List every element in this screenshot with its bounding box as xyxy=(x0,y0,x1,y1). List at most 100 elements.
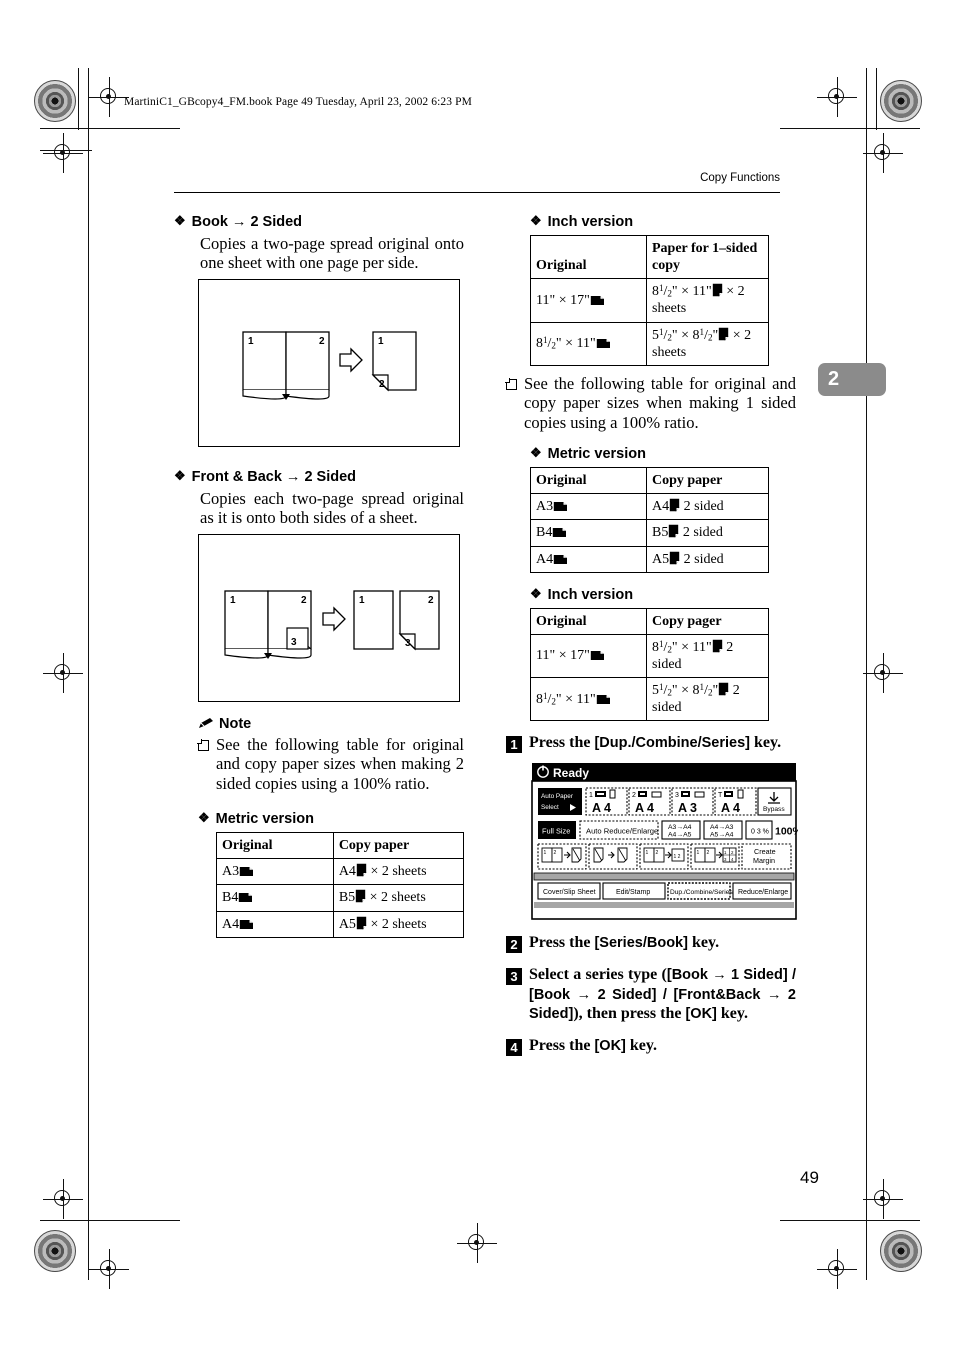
left-column: ❖ Book → 2 Sided Copies a two-page sprea… xyxy=(174,213,465,938)
crop-line-top-horizontal xyxy=(40,128,180,130)
cell-copy-paper: A4 2 sided xyxy=(646,493,769,521)
cell-original: A3 xyxy=(216,858,334,886)
cell-original: A3 xyxy=(530,493,647,521)
cell-copy-paper: B5 × 2 sheets xyxy=(332,884,465,912)
lcd-panel-screenshot: Ready Auto Paper Select 1 A 4 2 A 4 3 A … xyxy=(530,761,798,922)
step-number: 2 xyxy=(506,936,522,954)
svg-text:2: 2 xyxy=(428,595,434,606)
step-text: Select a series type ([Book → 1 Sided] /… xyxy=(529,966,796,1023)
table-row: A4 A5 × 2 sheets xyxy=(216,910,465,938)
diamond-bullet-icon: ❖ xyxy=(530,585,542,601)
cell-original: A4 xyxy=(216,910,334,938)
svg-text:A4→A3: A4→A3 xyxy=(710,824,734,831)
key-label: [Series/Book] xyxy=(594,935,688,952)
heading-text: Metric version xyxy=(547,446,646,463)
portrait-paper-icon xyxy=(712,283,723,297)
registration-mark-cr xyxy=(863,653,903,693)
heading-metric-version-right: ❖ Metric version xyxy=(530,446,796,462)
crop-line-top-right xyxy=(780,128,920,130)
registration-mark-tr xyxy=(817,77,857,117)
heading-text: Book → 2 Sided xyxy=(191,214,303,230)
square-bullet-icon xyxy=(505,378,517,390)
cell-original: B4 xyxy=(216,884,334,912)
step-number: 3 xyxy=(506,968,522,986)
note-heading-text: Note xyxy=(219,715,252,732)
crop-line-left-vertical-2 xyxy=(78,68,80,130)
landscape-paper-icon xyxy=(239,866,254,877)
landscape-paper-icon xyxy=(590,295,605,306)
svg-text:1: 1 xyxy=(544,850,547,856)
table-row: B4 B5 × 2 sheets xyxy=(216,884,465,912)
step-text: Press the [OK] key. xyxy=(529,1036,658,1054)
svg-text:Reduce/Enlarge: Reduce/Enlarge xyxy=(738,889,788,896)
svg-text:2: 2 xyxy=(707,850,710,856)
column-header-copy-paper: Copy paper xyxy=(332,832,465,860)
figure-front-back-to-2-sided: 1 2 3 1 2 3 xyxy=(198,533,460,702)
table-header-row: Original Copy paper xyxy=(530,467,769,495)
landscape-paper-icon xyxy=(239,919,254,930)
svg-text:Auto Reduce/Enlarge: Auto Reduce/Enlarge xyxy=(586,827,658,836)
table-inch-2sided: Original Copy pager 11" × 17" 81/2" × 11… xyxy=(530,607,769,722)
cell-copy-paper: 81/2" × 11" 2 sided xyxy=(646,633,769,679)
heading-text: Front & Back → 2 Sided xyxy=(191,468,357,485)
cell-copy-paper: B5 2 sided xyxy=(646,519,769,547)
print-registration-target-bottomleft xyxy=(34,1230,76,1272)
cell-original: B4 xyxy=(530,519,647,547)
registration-mark-mr xyxy=(863,133,903,173)
registration-mark-br xyxy=(863,1179,903,1219)
svg-text:Full Size: Full Size xyxy=(542,827,570,836)
column-header-original: Original xyxy=(530,467,647,495)
portrait-paper-icon xyxy=(669,551,680,565)
table-inch-1sided: Original Paper for 1–sided copy 11" × 17… xyxy=(530,234,769,366)
table-row: 11" × 17" 81/2" × 11" 2 sided xyxy=(530,633,769,679)
cell-original: 11" × 17" xyxy=(530,633,647,679)
heading-metric-version-left: ❖ Metric version xyxy=(198,811,464,827)
table-header-row: Original Copy paper xyxy=(216,832,465,860)
table-row: 11" × 17" 81/2" × 11" × 2 sheets xyxy=(530,278,769,323)
portrait-paper-icon xyxy=(712,639,723,653)
svg-text:3: 3 xyxy=(675,792,679,799)
paragraph-front-back-to-2-sided: Copies each two-page spread original as … xyxy=(200,488,464,528)
note-text: See the following table for original and… xyxy=(216,734,464,793)
svg-text:Dup./Combine/Series: Dup./Combine/Series xyxy=(670,889,733,896)
step-number: 4 xyxy=(506,1038,522,1056)
paragraph-book-to-2-sided: Copies a two-page spread original onto o… xyxy=(200,234,464,273)
table-header-row: Original Paper for 1–sided copy xyxy=(530,234,769,280)
svg-text:1 2: 1 2 xyxy=(674,854,681,860)
chapter-tab: 2 xyxy=(818,363,886,396)
heading-front-back-to-2-sided: ❖ Front & Back → 2 Sided xyxy=(174,469,464,485)
table-row: B4 B5 2 sided xyxy=(530,519,769,547)
portrait-paper-icon xyxy=(356,863,367,877)
book-file-header: MartiniC1_GBcopy4_FM.book Page 49 Tuesda… xyxy=(124,96,472,108)
svg-text:100%: 100% xyxy=(775,826,798,838)
svg-text:3: 3 xyxy=(405,638,411,649)
header-rule xyxy=(174,192,780,194)
table-row: A3 A4 × 2 sheets xyxy=(216,858,465,886)
cell-copy-paper: 51/2" × 81/2" × 2 sheets xyxy=(646,321,769,366)
column-header-paper-1sided: Paper for 1–sided copy xyxy=(646,234,769,280)
cell-original: 81/2" × 11" xyxy=(530,321,647,366)
svg-text:Ready: Ready xyxy=(553,766,589,780)
svg-text:1: 1 xyxy=(378,336,384,347)
landscape-paper-icon xyxy=(596,338,611,349)
diamond-bullet-icon: ❖ xyxy=(174,213,186,228)
svg-text:1: 1 xyxy=(646,850,649,856)
registration-mark-tl xyxy=(89,77,129,117)
svg-text:T: T xyxy=(718,792,723,799)
table-metric-1sided: Original Copy paper A3 A4 2 sided B4 B5 … xyxy=(530,467,769,573)
table-row: A3 A4 2 sided xyxy=(530,493,769,521)
svg-text:3: 3 xyxy=(291,637,297,648)
note-heading: Note xyxy=(198,716,464,732)
portrait-paper-icon xyxy=(356,916,367,930)
heading-text: Metric version xyxy=(215,811,314,828)
svg-text:Cover/Slip Sheet: Cover/Slip Sheet xyxy=(543,889,596,896)
print-registration-target-topleft xyxy=(34,80,76,122)
registration-mark-br2 xyxy=(817,1249,857,1289)
crop-line-right-vertical-2 xyxy=(876,68,878,130)
pencil-icon xyxy=(198,717,214,730)
column-header-original: Original xyxy=(530,234,647,280)
crop-line-right-vertical xyxy=(866,68,868,1280)
column-header-copy-paper: Copy paper xyxy=(646,467,769,495)
figure-book-to-2-sided: 1 2 1 2 xyxy=(198,278,460,447)
svg-text:A 4: A 4 xyxy=(592,801,611,815)
